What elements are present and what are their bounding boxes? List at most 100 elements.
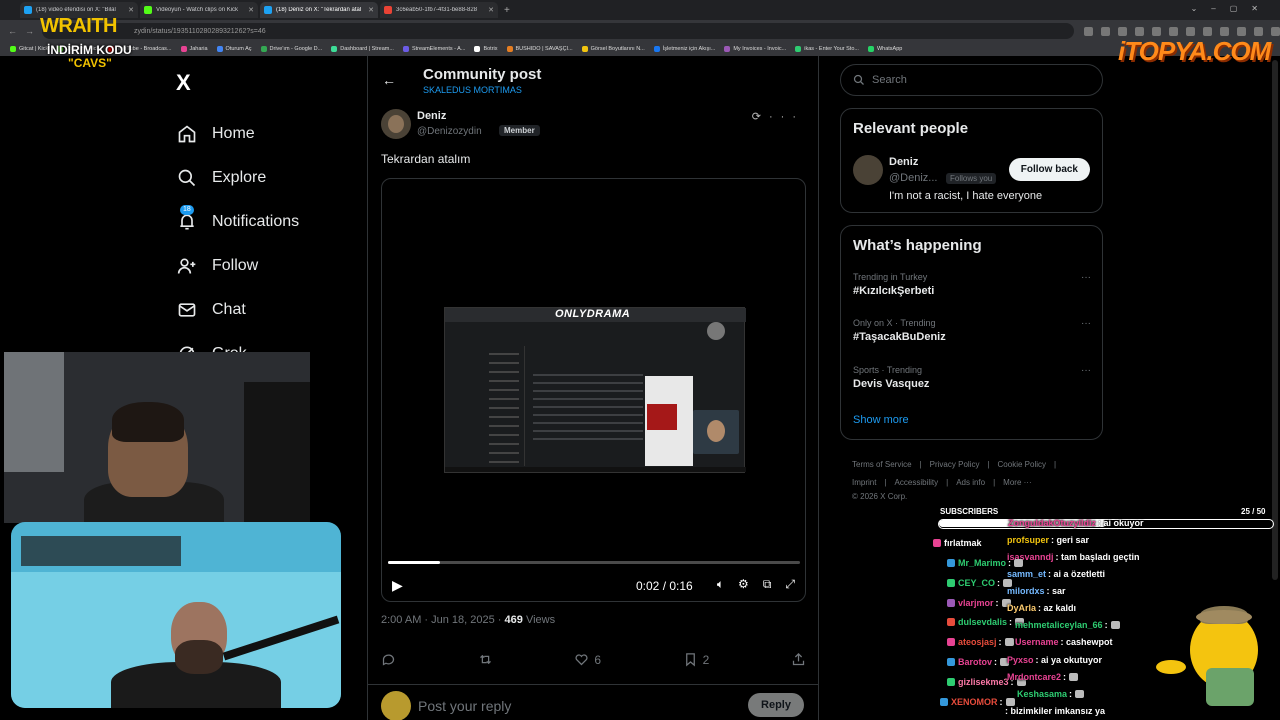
repost-action[interactable] — [478, 652, 493, 667]
extension-icon[interactable] — [1186, 26, 1195, 36]
sidebar-item-notifications[interactable]: 18 Notifications — [176, 200, 299, 244]
x-logo[interactable]: X — [176, 70, 191, 96]
extension-icon[interactable] — [1135, 26, 1144, 36]
bookmark-item[interactable]: BUSHIDO | SAVAŞÇI... — [506, 46, 573, 52]
sidebar-item-chat[interactable]: Chat — [176, 288, 299, 332]
footer-link[interactable]: Cookie Policy — [998, 460, 1046, 469]
x-favicon-icon — [264, 6, 272, 14]
footer-link[interactable]: More ··· — [1003, 478, 1031, 487]
chat-username: profsuper — [1007, 535, 1050, 545]
fullscreen-icon[interactable]: ⤢ — [785, 577, 795, 592]
author-avatar[interactable] — [381, 109, 411, 139]
play-icon[interactable]: ▶ — [392, 577, 403, 594]
more-options-icon[interactable]: ··· — [1081, 365, 1091, 376]
extension-icon[interactable] — [1101, 26, 1110, 36]
author-handle[interactable]: @Denizozydin — [417, 126, 482, 137]
browser-tab-3[interactable]: (18) Deniz on X: "Tekrardan atal ✕ — [260, 2, 378, 18]
search-input[interactable]: Search — [840, 64, 1103, 96]
footer-link[interactable]: Imprint — [852, 478, 876, 487]
footer-link[interactable]: Ads info — [956, 478, 985, 487]
share-action[interactable] — [791, 652, 806, 667]
extension-icon[interactable] — [1152, 26, 1161, 36]
subscribers-goal-count: 25 / 50 — [1241, 507, 1266, 516]
forward-icon[interactable]: → — [25, 26, 34, 36]
bookmark-icon — [685, 653, 695, 667]
browser-tab-2[interactable]: Videoyun - Watch clips on Kick ✕ — [140, 2, 258, 18]
follow-back-button[interactable]: Follow back — [1008, 158, 1090, 181]
close-tab-icon[interactable]: ✕ — [128, 6, 134, 14]
bookmark-item[interactable]: Botrix — [474, 46, 498, 52]
bookmark-item[interactable]: WhatsApp — [867, 46, 902, 52]
address-bar[interactable]: zydin/status/1935110280289321262?s=46 — [42, 23, 1074, 39]
bookmark-label: Oturum Aç — [225, 46, 252, 52]
bookmark-item[interactable]: My Invoices - Invoic... — [724, 46, 786, 52]
settings-icon[interactable]: ⚙︎ — [738, 577, 749, 592]
footer-link[interactable]: Accessibility — [895, 478, 939, 487]
extension-icon[interactable] — [1169, 26, 1178, 36]
reply-button[interactable]: Reply — [748, 693, 804, 717]
avatar[interactable] — [853, 155, 883, 185]
show-more-link[interactable]: Show more — [853, 414, 909, 426]
pip-icon[interactable]: ⧉ — [763, 577, 772, 592]
extension-icon[interactable] — [1254, 26, 1263, 36]
trend-item[interactable]: Sports · Trending Devis Vasquez ··· — [853, 365, 1091, 390]
person-name[interactable]: Deniz — [889, 156, 918, 168]
more-options-icon[interactable]: ··· — [1081, 272, 1091, 283]
bookmark-item[interactable]: Dashboard | Stream... — [331, 46, 394, 52]
extension-icon[interactable] — [1271, 26, 1280, 36]
bookmarks-bar: Gitcat | Kick Jahrein | Kick YouTube - Bro… — [0, 42, 1280, 56]
bookmark-favicon-icon — [474, 46, 481, 52]
close-tab-icon[interactable]: ✕ — [248, 6, 254, 14]
bookmark-item[interactable]: ikas - Enter Your Sto... — [795, 46, 859, 52]
author-name[interactable]: Deniz — [417, 110, 446, 122]
extension-icon[interactable] — [1237, 26, 1246, 36]
bookmark-item[interactable]: StreamElements - A... — [402, 46, 465, 52]
trend-item[interactable]: Trending in Turkey #KızılcıkŞerbeti ··· — [853, 272, 1091, 297]
volume-icon[interactable]: 🔈︎ — [717, 577, 724, 592]
like-action[interactable]: 6 — [574, 652, 601, 667]
bookmark-item[interactable]: Gitcat | Kick — [10, 46, 48, 52]
more-options-icon[interactable]: ··· — [1081, 318, 1091, 329]
video-progress-bar[interactable] — [388, 561, 800, 564]
chat-emote-icon — [1110, 621, 1120, 629]
video-player[interactable]: ONLYDRAMA ▶ 0:02 / 0:16 🔈︎ ⚙︎ ⧉ ⤢ — [381, 178, 806, 602]
sidebar-item-explore[interactable]: Explore — [176, 156, 299, 200]
close-tab-icon[interactable]: ✕ — [368, 6, 374, 14]
more-options-icon[interactable]: ··· — [769, 111, 804, 123]
page-scrollbar[interactable] — [1272, 60, 1278, 580]
bookmark-item[interactable]: İşletmeniz için Akışı... — [653, 46, 715, 52]
close-tab-icon[interactable]: ✕ — [488, 6, 494, 14]
back-arrow-icon[interactable]: ← — [382, 72, 396, 88]
extension-icon[interactable] — [1084, 26, 1093, 36]
window-controls[interactable]: ⌄–▢✕ — [1191, 4, 1272, 13]
bookmark-action[interactable]: 2 — [683, 652, 709, 667]
new-tab-icon[interactable]: + — [504, 5, 510, 16]
chat-badge-icon — [940, 698, 948, 706]
reply-input[interactable]: Post your reply — [418, 698, 511, 714]
footer-link[interactable]: Privacy Policy — [930, 460, 980, 469]
trend-item[interactable]: Only on X · Trending #TaşacakBuDeniz ··· — [853, 318, 1091, 343]
user-avatar[interactable] — [381, 691, 411, 720]
trend-meta: Sports · Trending — [853, 365, 923, 375]
post-timestamp[interactable]: 2:00 AM · Jun 18, 2025 · — [381, 614, 505, 626]
footer-separator: | — [919, 460, 922, 469]
extension-icon[interactable] — [1220, 26, 1229, 36]
community-link[interactable]: SKALEDUS MORTIMAS — [423, 85, 522, 95]
extension-icon[interactable] — [1203, 26, 1212, 36]
grok-explain-icon[interactable]: ⟳ — [752, 111, 769, 123]
extension-icon[interactable] — [1118, 26, 1127, 36]
sidebar-item-follow[interactable]: Follow — [176, 244, 299, 288]
sidebar-item-home[interactable]: Home — [176, 112, 299, 156]
bookmark-item[interactable]: Oturum Aç — [216, 46, 252, 52]
back-icon[interactable]: ← — [8, 26, 17, 36]
bookmark-item[interactable]: Görsel Boyutlarını N... — [581, 46, 645, 52]
bookmark-item[interactable]: Drive'ım - Google D... — [260, 46, 322, 52]
reply-composer: Post your reply Reply — [368, 684, 818, 720]
video-frame: ONLYDRAMA — [444, 307, 746, 473]
footer-link[interactable]: Terms of Service — [852, 460, 912, 469]
browser-tab-4[interactable]: 3c6eab50-1fb7-4f31-be88-828 ✕ — [380, 2, 498, 18]
person-handle[interactable]: @Deniz... — [889, 172, 937, 184]
reply-action[interactable] — [381, 652, 396, 667]
tab-title: (18) video efendisi on X: "Bilal — [36, 7, 116, 13]
bookmark-item[interactable]: Jaharia — [180, 46, 208, 52]
